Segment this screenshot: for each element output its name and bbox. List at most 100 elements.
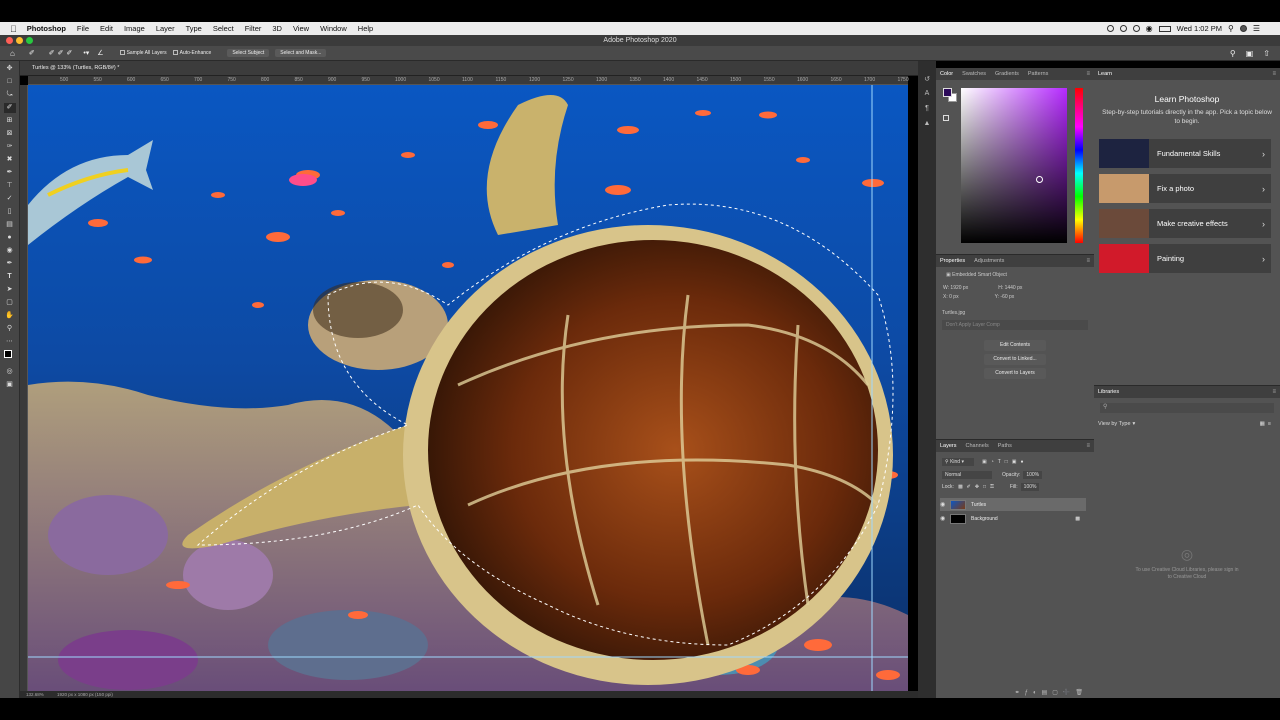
dodge-tool-icon[interactable]: ◉	[4, 246, 16, 256]
tab-layers[interactable]: Layers	[940, 443, 957, 449]
menu-select[interactable]: Select	[213, 24, 234, 33]
color-swatches-icon[interactable]	[3, 350, 16, 364]
status-icon[interactable]	[1132, 25, 1140, 32]
blend-mode-select[interactable]: Normal	[942, 471, 992, 479]
close-window-icon[interactable]	[6, 37, 13, 44]
stroke-swatch[interactable]	[943, 115, 949, 121]
vertical-ruler[interactable]	[20, 85, 28, 691]
eraser-tool-icon[interactable]: ▯	[4, 207, 16, 217]
edit-contents-button[interactable]: Edit Contents	[984, 340, 1046, 351]
layer-name[interactable]: Turtles	[971, 502, 986, 508]
record-icon[interactable]	[1106, 25, 1114, 32]
color-field[interactable]	[961, 88, 1067, 243]
tab-libraries[interactable]: Libraries	[1098, 389, 1119, 395]
foreground-color-swatch[interactable]	[943, 88, 952, 97]
tab-color[interactable]: Color	[940, 71, 953, 77]
x-field[interactable]: X: 0 px	[943, 294, 959, 300]
3d-panel-icon[interactable]: ▲	[923, 120, 931, 128]
menu-file[interactable]: File	[77, 24, 89, 33]
convert-to-layers-button[interactable]: Convert to Layers	[984, 368, 1046, 379]
pen-tool-icon[interactable]: ✒	[4, 259, 16, 269]
visibility-eye-icon[interactable]: ◉	[940, 501, 947, 508]
lock-icons[interactable]: ▩✐✥□⚿	[958, 484, 998, 490]
notification-center-icon[interactable]: ☰	[1253, 24, 1260, 33]
filter-toggle-icon[interactable]: ●	[1021, 459, 1024, 465]
visibility-eye-icon[interactable]: ◉	[940, 515, 947, 522]
quick-selection-tool-icon[interactable]: ✐	[29, 49, 35, 57]
zoom-window-icon[interactable]	[26, 37, 33, 44]
document-tab[interactable]: Turtles @ 133% (Turtles, RGB/8#) *	[20, 61, 918, 76]
tab-properties[interactable]: Properties	[940, 258, 965, 264]
select-and-mask-button[interactable]: Select and Mask...	[275, 49, 327, 57]
user-avatar-icon[interactable]	[1239, 25, 1247, 32]
brush-tool-icon[interactable]: ✒	[4, 168, 16, 178]
layers-footer-icons[interactable]: ⚭ƒ◐▤▢➕🗑	[1015, 689, 1088, 696]
learn-item-painting[interactable]: Painting ›	[1099, 244, 1271, 273]
opacity-field[interactable]: 100%	[1023, 471, 1043, 479]
eyedropper-tool-icon[interactable]: ✑	[4, 142, 16, 152]
panel-menu-icon[interactable]: ≡	[1272, 71, 1276, 77]
auto-enhance-checkbox[interactable]	[172, 50, 178, 56]
panel-menu-icon[interactable]: ≡	[1086, 258, 1090, 264]
width-field[interactable]: W: 1920 px	[943, 285, 968, 291]
history-brush-tool-icon[interactable]: ✓	[4, 194, 16, 204]
kind-filter-select[interactable]: ⚲ Kind ▾	[942, 458, 974, 466]
menu-app-name[interactable]: Photoshop	[27, 24, 66, 33]
chevron-down-icon[interactable]: ▾	[1133, 421, 1136, 427]
type-tool-icon[interactable]: T	[4, 272, 16, 282]
crop-tool-icon[interactable]: ⊞	[4, 116, 16, 126]
lock-icon[interactable]: ▩	[1075, 516, 1080, 522]
menu-type[interactable]: Type	[186, 24, 202, 33]
color-picker-cursor[interactable]	[1036, 176, 1043, 183]
screen-mode-icon[interactable]: ▣	[4, 380, 16, 390]
spotlight-icon[interactable]: ⚲	[1228, 24, 1234, 33]
brush-size-icon[interactable]: •▾	[83, 49, 89, 57]
menu-3d[interactable]: 3D	[272, 24, 282, 33]
learn-item-fix-a-photo[interactable]: Fix a photo ›	[1099, 174, 1271, 203]
character-panel-icon[interactable]: A	[923, 90, 931, 98]
height-field[interactable]: H: 1440 px	[998, 285, 1022, 291]
menu-image[interactable]: Image	[124, 24, 145, 33]
home-icon[interactable]: ⌂	[10, 49, 15, 58]
menu-view[interactable]: View	[293, 24, 309, 33]
filter-type-icons[interactable]: ▣◔T□▣	[982, 459, 1021, 465]
panel-menu-icon[interactable]: ≡	[1272, 389, 1276, 395]
gradient-tool-icon[interactable]: ▤	[4, 220, 16, 230]
angle-icon[interactable]: ∠	[97, 49, 103, 57]
menu-edit[interactable]: Edit	[100, 24, 113, 33]
panel-menu-icon[interactable]: ≡	[1086, 71, 1090, 77]
y-field[interactable]: Y: -60 px	[995, 294, 1015, 300]
library-search-input[interactable]: ⚲	[1100, 403, 1274, 413]
rectangle-tool-icon[interactable]: ▢	[4, 298, 16, 308]
blur-tool-icon[interactable]: ●	[4, 233, 16, 243]
learn-item-make-creative-effects[interactable]: Make creative effects ›	[1099, 209, 1271, 238]
convert-to-linked-button[interactable]: Convert to Linked...	[984, 354, 1046, 365]
paragraph-panel-icon[interactable]: ¶	[923, 105, 931, 113]
brush-mode-icons[interactable]: ✐✐✐	[49, 49, 76, 57]
fill-field[interactable]: 100%	[1020, 483, 1040, 491]
tab-patterns[interactable]: Patterns	[1028, 71, 1048, 77]
lasso-tool-icon[interactable]: ⤿	[4, 90, 16, 100]
search-icon[interactable]: ⚲	[1230, 49, 1236, 58]
minimize-window-icon[interactable]	[16, 37, 23, 44]
menu-layer[interactable]: Layer	[156, 24, 175, 33]
healing-brush-tool-icon[interactable]: ✖	[4, 155, 16, 165]
panel-menu-icon[interactable]: ≡	[1086, 443, 1090, 449]
tab-swatches[interactable]: Swatches	[962, 71, 986, 77]
layer-row-turtles[interactable]: ◉ Turtles	[940, 498, 1086, 511]
apple-icon[interactable]: 	[10, 24, 17, 34]
move-tool-icon[interactable]: ✥	[4, 64, 16, 74]
zoom-tool-icon[interactable]: ⚲	[4, 324, 16, 334]
layer-comp-select[interactable]: Don't Apply Layer Comp	[942, 320, 1088, 330]
learn-item-fundamental-skills[interactable]: Fundamental Skills ›	[1099, 139, 1271, 168]
battery-icon[interactable]	[1158, 25, 1171, 32]
menu-help[interactable]: Help	[358, 24, 373, 33]
hue-slider[interactable]	[1075, 88, 1083, 243]
tab-paths[interactable]: Paths	[998, 443, 1012, 449]
menu-filter[interactable]: Filter	[245, 24, 262, 33]
layer-name[interactable]: Background	[971, 516, 998, 522]
document-canvas[interactable]	[28, 85, 908, 691]
workspace-icon[interactable]: ▣	[1246, 49, 1254, 58]
clone-stamp-tool-icon[interactable]: ⊤	[4, 181, 16, 191]
wifi-icon[interactable]: ◉	[1146, 24, 1153, 33]
